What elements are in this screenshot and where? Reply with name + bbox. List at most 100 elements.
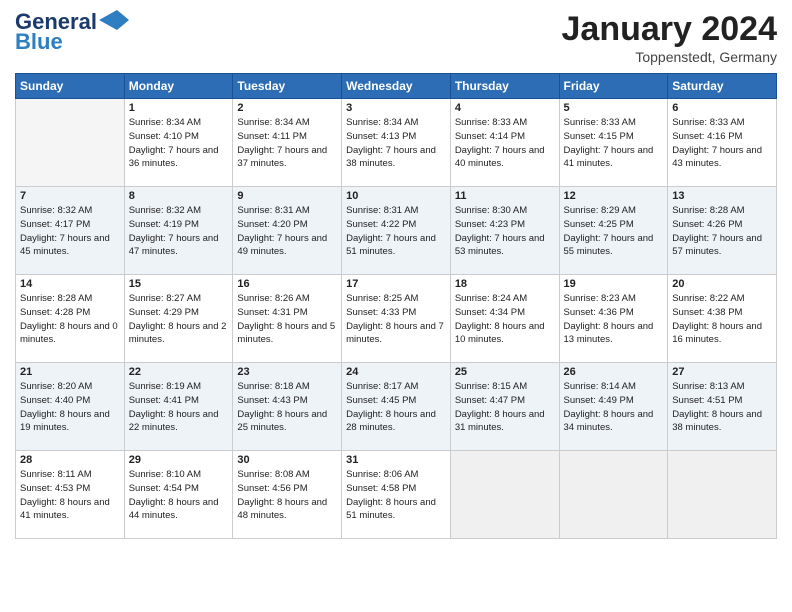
table-row: 9 Sunrise: 8:31 AM Sunset: 4:20 PM Dayli…	[233, 187, 342, 275]
sunrise: Sunrise: 8:31 AM	[346, 204, 446, 218]
sunset: Sunset: 4:22 PM	[346, 218, 446, 232]
sunset: Sunset: 4:54 PM	[129, 482, 229, 496]
table-row: 24 Sunrise: 8:17 AM Sunset: 4:45 PM Dayl…	[342, 363, 451, 451]
table-row: 13 Sunrise: 8:28 AM Sunset: 4:26 PM Dayl…	[668, 187, 777, 275]
daylight: Daylight: 8 hours and 51 minutes.	[346, 496, 446, 524]
col-saturday: Saturday	[668, 74, 777, 99]
header: General Blue January 2024 Toppenstedt, G…	[15, 10, 777, 65]
table-row: 31 Sunrise: 8:06 AM Sunset: 4:58 PM Dayl…	[342, 451, 451, 539]
day-number: 3	[346, 102, 446, 114]
table-row: 26 Sunrise: 8:14 AM Sunset: 4:49 PM Dayl…	[559, 363, 668, 451]
cell-info: Sunrise: 8:19 AM Sunset: 4:41 PM Dayligh…	[129, 380, 229, 435]
sunset: Sunset: 4:40 PM	[20, 394, 120, 408]
daylight: Daylight: 8 hours and 10 minutes.	[455, 320, 555, 348]
day-number: 5	[564, 102, 664, 114]
table-row	[668, 451, 777, 539]
cell-info: Sunrise: 8:30 AM Sunset: 4:23 PM Dayligh…	[455, 204, 555, 259]
daylight: Daylight: 7 hours and 37 minutes.	[237, 144, 337, 172]
sunrise: Sunrise: 8:26 AM	[237, 292, 337, 306]
table-row: 3 Sunrise: 8:34 AM Sunset: 4:13 PM Dayli…	[342, 99, 451, 187]
day-number: 30	[237, 454, 337, 466]
day-number: 22	[129, 366, 229, 378]
table-row: 2 Sunrise: 8:34 AM Sunset: 4:11 PM Dayli…	[233, 99, 342, 187]
col-wednesday: Wednesday	[342, 74, 451, 99]
cell-info: Sunrise: 8:10 AM Sunset: 4:54 PM Dayligh…	[129, 468, 229, 523]
sunset: Sunset: 4:47 PM	[455, 394, 555, 408]
daylight: Daylight: 7 hours and 40 minutes.	[455, 144, 555, 172]
cell-info: Sunrise: 8:13 AM Sunset: 4:51 PM Dayligh…	[672, 380, 772, 435]
sunset: Sunset: 4:13 PM	[346, 130, 446, 144]
sunrise: Sunrise: 8:27 AM	[129, 292, 229, 306]
daylight: Daylight: 7 hours and 55 minutes.	[564, 232, 664, 260]
table-row: 18 Sunrise: 8:24 AM Sunset: 4:34 PM Dayl…	[450, 275, 559, 363]
daylight: Daylight: 8 hours and 13 minutes.	[564, 320, 664, 348]
sunrise: Sunrise: 8:13 AM	[672, 380, 772, 394]
calendar-row: 7 Sunrise: 8:32 AM Sunset: 4:17 PM Dayli…	[16, 187, 777, 275]
daylight: Daylight: 8 hours and 25 minutes.	[237, 408, 337, 436]
sunset: Sunset: 4:26 PM	[672, 218, 772, 232]
daylight: Daylight: 7 hours and 45 minutes.	[20, 232, 120, 260]
day-number: 20	[672, 278, 772, 290]
table-row: 4 Sunrise: 8:33 AM Sunset: 4:14 PM Dayli…	[450, 99, 559, 187]
table-row	[559, 451, 668, 539]
table-row: 20 Sunrise: 8:22 AM Sunset: 4:38 PM Dayl…	[668, 275, 777, 363]
table-row: 15 Sunrise: 8:27 AM Sunset: 4:29 PM Dayl…	[124, 275, 233, 363]
table-row: 8 Sunrise: 8:32 AM Sunset: 4:19 PM Dayli…	[124, 187, 233, 275]
sunset: Sunset: 4:45 PM	[346, 394, 446, 408]
sunset: Sunset: 4:28 PM	[20, 306, 120, 320]
day-number: 19	[564, 278, 664, 290]
daylight: Daylight: 8 hours and 7 minutes.	[346, 320, 446, 348]
table-row: 11 Sunrise: 8:30 AM Sunset: 4:23 PM Dayl…	[450, 187, 559, 275]
cell-info: Sunrise: 8:25 AM Sunset: 4:33 PM Dayligh…	[346, 292, 446, 347]
table-row: 7 Sunrise: 8:32 AM Sunset: 4:17 PM Dayli…	[16, 187, 125, 275]
logo-arrow-icon	[99, 10, 129, 30]
sunrise: Sunrise: 8:28 AM	[672, 204, 772, 218]
day-number: 4	[455, 102, 555, 114]
sunrise: Sunrise: 8:34 AM	[346, 116, 446, 130]
table-row: 17 Sunrise: 8:25 AM Sunset: 4:33 PM Dayl…	[342, 275, 451, 363]
cell-info: Sunrise: 8:29 AM Sunset: 4:25 PM Dayligh…	[564, 204, 664, 259]
daylight: Daylight: 7 hours and 57 minutes.	[672, 232, 772, 260]
calendar-row: 21 Sunrise: 8:20 AM Sunset: 4:40 PM Dayl…	[16, 363, 777, 451]
daylight: Daylight: 8 hours and 28 minutes.	[346, 408, 446, 436]
header-row: Sunday Monday Tuesday Wednesday Thursday…	[16, 74, 777, 99]
cell-info: Sunrise: 8:32 AM Sunset: 4:17 PM Dayligh…	[20, 204, 120, 259]
cell-info: Sunrise: 8:34 AM Sunset: 4:13 PM Dayligh…	[346, 116, 446, 171]
sunset: Sunset: 4:58 PM	[346, 482, 446, 496]
table-row: 14 Sunrise: 8:28 AM Sunset: 4:28 PM Dayl…	[16, 275, 125, 363]
day-number: 9	[237, 190, 337, 202]
sunrise: Sunrise: 8:29 AM	[564, 204, 664, 218]
day-number: 26	[564, 366, 664, 378]
sunrise: Sunrise: 8:14 AM	[564, 380, 664, 394]
logo: General Blue	[15, 10, 129, 54]
sunrise: Sunrise: 8:31 AM	[237, 204, 337, 218]
table-row: 30 Sunrise: 8:08 AM Sunset: 4:56 PM Dayl…	[233, 451, 342, 539]
sunset: Sunset: 4:29 PM	[129, 306, 229, 320]
cell-info: Sunrise: 8:33 AM Sunset: 4:14 PM Dayligh…	[455, 116, 555, 171]
cell-info: Sunrise: 8:22 AM Sunset: 4:38 PM Dayligh…	[672, 292, 772, 347]
sunrise: Sunrise: 8:25 AM	[346, 292, 446, 306]
sunrise: Sunrise: 8:33 AM	[455, 116, 555, 130]
sunrise: Sunrise: 8:23 AM	[564, 292, 664, 306]
cell-info: Sunrise: 8:32 AM Sunset: 4:19 PM Dayligh…	[129, 204, 229, 259]
table-row: 5 Sunrise: 8:33 AM Sunset: 4:15 PM Dayli…	[559, 99, 668, 187]
day-number: 29	[129, 454, 229, 466]
cell-info: Sunrise: 8:06 AM Sunset: 4:58 PM Dayligh…	[346, 468, 446, 523]
sunset: Sunset: 4:33 PM	[346, 306, 446, 320]
table-row: 21 Sunrise: 8:20 AM Sunset: 4:40 PM Dayl…	[16, 363, 125, 451]
table-row	[450, 451, 559, 539]
sunrise: Sunrise: 8:24 AM	[455, 292, 555, 306]
daylight: Daylight: 8 hours and 31 minutes.	[455, 408, 555, 436]
sunrise: Sunrise: 8:33 AM	[564, 116, 664, 130]
day-number: 28	[20, 454, 120, 466]
daylight: Daylight: 8 hours and 48 minutes.	[237, 496, 337, 524]
cell-info: Sunrise: 8:31 AM Sunset: 4:22 PM Dayligh…	[346, 204, 446, 259]
cell-info: Sunrise: 8:31 AM Sunset: 4:20 PM Dayligh…	[237, 204, 337, 259]
table-row: 27 Sunrise: 8:13 AM Sunset: 4:51 PM Dayl…	[668, 363, 777, 451]
daylight: Daylight: 8 hours and 16 minutes.	[672, 320, 772, 348]
table-row: 19 Sunrise: 8:23 AM Sunset: 4:36 PM Dayl…	[559, 275, 668, 363]
calendar: Sunday Monday Tuesday Wednesday Thursday…	[15, 73, 777, 539]
day-number: 14	[20, 278, 120, 290]
cell-info: Sunrise: 8:26 AM Sunset: 4:31 PM Dayligh…	[237, 292, 337, 347]
sunrise: Sunrise: 8:10 AM	[129, 468, 229, 482]
